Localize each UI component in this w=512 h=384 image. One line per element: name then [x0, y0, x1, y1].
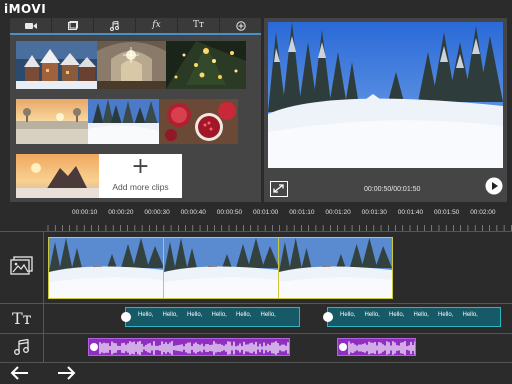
add-more-clips-label: Add more clips	[112, 182, 169, 192]
text-clip-word: Hello,	[162, 312, 178, 318]
ruler-tick-label: 00:00:10	[72, 209, 98, 216]
music-track-icon[interactable]	[13, 338, 31, 360]
video-segment[interactable]	[164, 238, 279, 298]
preview-video[interactable]	[268, 22, 503, 168]
ruler-tick-label: 00:00:40	[180, 209, 206, 216]
text-clip-word: Hello,	[364, 312, 380, 318]
ruler-tick-label: 00:01:50	[434, 209, 460, 216]
text-clip[interactable]: Hello, Hello, Hello, Hello, Hello, Hello,	[323, 307, 501, 327]
tab-effects[interactable]: fx	[136, 18, 178, 33]
play-icon	[485, 177, 503, 195]
village-thumbnail	[16, 41, 97, 89]
mountain-sunset-thumbnail	[16, 154, 99, 198]
tab-music[interactable]	[94, 18, 136, 33]
ruler-tick-label: 00:00:50	[216, 209, 243, 216]
christmas-tree-thumbnail	[166, 41, 246, 89]
text-clip-word: Hello,	[462, 312, 478, 318]
play-button[interactable]	[485, 177, 503, 199]
text-clip-word: Hello,	[211, 312, 227, 318]
plus-icon: +	[131, 154, 150, 179]
back-button[interactable]	[10, 365, 30, 384]
tab-video[interactable]	[10, 18, 52, 33]
tab-photos[interactable]	[52, 18, 94, 33]
audio-clip-handle[interactable]	[339, 343, 347, 351]
tab-text[interactable]: Tт	[178, 18, 220, 33]
text-icon: Tт	[193, 20, 204, 30]
music-note-icon	[110, 20, 119, 31]
expand-icon	[273, 184, 284, 193]
text-clip-handle[interactable]	[323, 312, 333, 322]
village-clip[interactable]	[16, 41, 97, 89]
mountain-sunset-clip[interactable]	[16, 154, 99, 198]
tab-add[interactable]	[220, 18, 261, 33]
title-bar: iMOVI	[0, 0, 512, 18]
arrow-right-icon	[58, 366, 76, 380]
audio-clip-handle[interactable]	[90, 343, 98, 351]
video-track	[48, 237, 393, 299]
add-more-clips-button[interactable]: + Add more clips	[99, 154, 182, 198]
imovi-app: iMOVI fx Tт + Add more clips 00:00:50/00…	[0, 0, 512, 384]
christmas-tree-clip[interactable]	[166, 41, 246, 89]
forward-button[interactable]	[56, 365, 76, 384]
text-clip-word: Hello,	[438, 312, 454, 318]
text-clip-word: Hello,	[389, 312, 405, 318]
text-track-icon[interactable]: Tт	[12, 309, 32, 328]
ruler-tick-label: 00:01:40	[397, 209, 424, 216]
app-title: iMOVI	[4, 2, 47, 16]
text-clip-word: Hello,	[138, 312, 154, 318]
text-clip-word: Hello,	[187, 312, 203, 318]
pomegranate-thumbnail	[159, 99, 238, 144]
bottom-bar	[0, 362, 512, 384]
preview-timecode: 00:00:50/00:01:50	[364, 186, 421, 193]
text-track-label: Tт	[12, 309, 32, 328]
church-interior-clip[interactable]	[97, 41, 166, 89]
preview-frame	[268, 22, 503, 168]
audio-waveform	[99, 341, 289, 355]
video-segment[interactable]	[279, 238, 392, 298]
church-thumbnail	[97, 41, 166, 89]
timeline-ruler[interactable]: 00:00:10 00:00:20 00:00:30 00:00:40 00:00:50…	[0, 205, 512, 232]
ruler-tick-label: 00:01:30	[361, 209, 387, 216]
audio-waveform	[348, 341, 415, 355]
ruler-tick-label: 00:00:30	[144, 209, 170, 216]
text-clip-word: Hello,	[260, 312, 276, 318]
arrow-left-icon	[10, 366, 28, 380]
video-camera-icon	[24, 22, 37, 29]
snowy-forest-clip[interactable]	[88, 99, 159, 144]
video-segment[interactable]	[49, 238, 164, 298]
sunrise-field-clip[interactable]	[16, 99, 88, 144]
preview-panel: 00:00:50/00:01:50	[264, 18, 507, 202]
pomegranate-clip[interactable]	[159, 99, 238, 144]
media-browser-panel: fx Tт + Add more clips	[10, 18, 261, 202]
audio-clip[interactable]	[88, 338, 290, 356]
expand-fullscreen-button[interactable]	[270, 181, 288, 197]
track-separator	[0, 333, 512, 334]
text-clip-handle[interactable]	[121, 312, 131, 322]
ruler-tick-label: 00:01:20	[325, 209, 351, 216]
photo-icon	[67, 21, 78, 30]
media-tabs: fx Tт	[10, 18, 261, 35]
video-frame-thumbnail	[49, 238, 163, 298]
text-clip-word: Hello,	[340, 312, 356, 318]
track-separator	[0, 303, 512, 304]
ruler-tick-label: 00:01:00	[253, 209, 279, 216]
video-frame-thumbnail	[164, 238, 278, 298]
text-clip[interactable]: Hello, Hello, Hello, Hello, Hello, Hello,	[121, 307, 300, 327]
text-clip-word: Hello,	[236, 312, 252, 318]
sunrise-field-thumbnail	[16, 99, 88, 144]
snowy-forest-thumbnail	[88, 99, 159, 144]
add-circle-icon	[235, 20, 246, 31]
text-clip-word: Hello,	[413, 312, 429, 318]
ruler-tick-label: 00:02:00	[470, 209, 496, 216]
ruler-tick-label: 00:01:10	[289, 209, 315, 216]
effects-fx-icon: fx	[152, 20, 161, 30]
video-frame-thumbnail	[279, 238, 392, 298]
audio-clip[interactable]	[337, 338, 416, 356]
image-track-icon[interactable]	[10, 256, 34, 280]
ruler-tick-label: 00:00:20	[108, 209, 134, 216]
